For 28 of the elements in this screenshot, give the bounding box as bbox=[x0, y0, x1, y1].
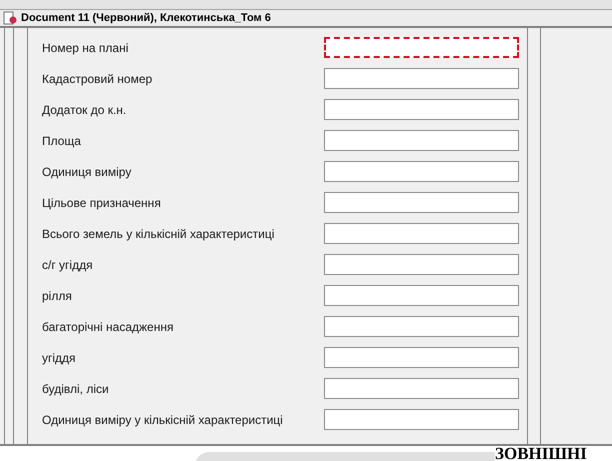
field-label: рілля bbox=[42, 288, 73, 304]
input-field[interactable] bbox=[324, 37, 519, 58]
field-label: Додаток до к.н. bbox=[42, 102, 128, 118]
window-title: Document 11 (Червоний), Клекотинська_Том 6 bbox=[21, 10, 271, 26]
field-label: Цільове призначення bbox=[42, 194, 162, 212]
input-field[interactable] bbox=[324, 409, 519, 430]
input-field[interactable] bbox=[324, 316, 519, 337]
field-label: Одиниця виміру у кількісній характеристиці bbox=[42, 412, 284, 428]
input-field[interactable] bbox=[324, 161, 519, 182]
input-field[interactable] bbox=[324, 68, 519, 89]
input-field[interactable] bbox=[324, 285, 519, 306]
field-label: будівлі, ліси bbox=[42, 380, 110, 398]
input-field[interactable] bbox=[324, 254, 519, 275]
field-label: Всього земель у кількісній характеристиці bbox=[42, 226, 276, 242]
field-label: с/г угіддя bbox=[42, 256, 94, 274]
field-label: Кадастровий номер bbox=[42, 70, 154, 88]
input-field[interactable] bbox=[324, 347, 519, 368]
input-field[interactable] bbox=[324, 130, 519, 151]
input-field[interactable] bbox=[324, 99, 519, 120]
field-label: Номер на плані bbox=[42, 40, 130, 56]
input-field[interactable] bbox=[324, 378, 519, 399]
field-label: багаторічні насадження bbox=[42, 318, 174, 336]
input-field[interactable] bbox=[324, 223, 519, 244]
field-label: угіддя bbox=[42, 350, 77, 366]
input-field[interactable] bbox=[324, 192, 519, 213]
field-label: Одиниця виміру bbox=[42, 164, 132, 180]
section-heading: ЗОВНІШНІ bbox=[495, 446, 587, 461]
field-label: Площа bbox=[42, 132, 82, 150]
